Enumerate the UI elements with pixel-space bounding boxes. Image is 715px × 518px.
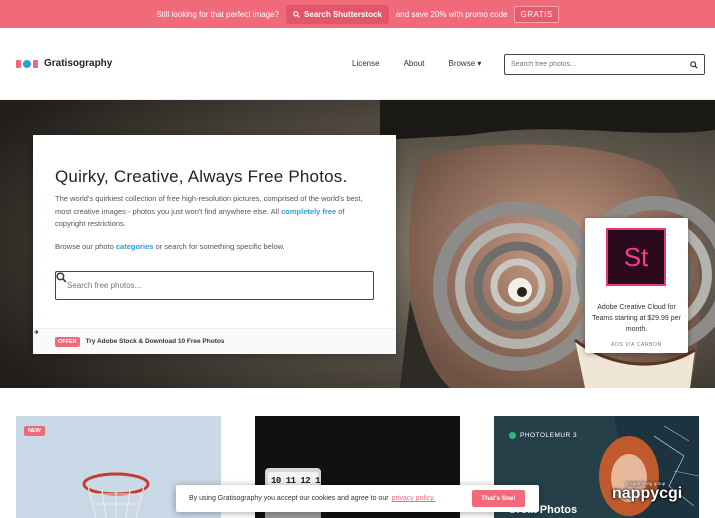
watermark: programming group nappycgi xyxy=(612,481,682,502)
hero-browse-text: Browse our photo categories or search fo… xyxy=(55,242,285,251)
accept-cookies-button[interactable]: That's fine! xyxy=(472,490,525,507)
new-badge: NEW xyxy=(24,426,45,436)
hero-search-input[interactable] xyxy=(67,281,362,290)
completely-free-link[interactable]: completely free xyxy=(281,207,336,216)
cookie-text: By using Gratisography you accept our co… xyxy=(189,495,389,502)
privacy-policy-link[interactable]: privacy policy. xyxy=(392,495,435,502)
ad-text[interactable]: Adobe Creative Cloud for Teams starting … xyxy=(591,302,682,335)
logo-text: Gratisography xyxy=(44,58,113,69)
search-icon[interactable] xyxy=(690,60,698,69)
nav-links: License About Browse ▾ xyxy=(352,59,481,68)
adobe-stock-logo-text: St xyxy=(623,241,649,272)
hero-card: Quirky, Creative, Always Free Photos. Th… xyxy=(33,135,396,354)
photolemur-logo-icon xyxy=(508,431,517,440)
hero-search-box xyxy=(55,271,374,300)
search-icon[interactable] xyxy=(56,272,67,283)
categories-link[interactable]: categories xyxy=(116,242,154,251)
nav-about-link[interactable]: About xyxy=(404,59,425,68)
hero-description: The world's quirkiest collection of free… xyxy=(55,193,375,231)
nav-browse-dropdown[interactable]: Browse ▾ xyxy=(448,59,481,68)
arrow-right-icon xyxy=(34,329,39,335)
promo-lead-text: Still looking for that perfect image? xyxy=(156,9,280,19)
ads-via-carbon[interactable]: ADS VIA CARBON xyxy=(585,342,688,348)
hero-section: Quirky, Creative, Always Free Photos. Th… xyxy=(0,100,715,388)
promo-trail-text: and save 20% with promo code xyxy=(395,9,508,19)
search-shutterstock-button[interactable]: Search Shutterstock xyxy=(286,4,389,24)
top-nav: Gratisography License About Browse ▾ xyxy=(0,28,715,100)
offer-badge: OFFER xyxy=(55,336,80,347)
logo[interactable]: Gratisography xyxy=(16,58,112,69)
nav-search-box xyxy=(504,54,705,75)
search-icon xyxy=(293,10,300,18)
nav-license-link[interactable]: License xyxy=(352,59,380,68)
carbon-ad-card[interactable]: St Adobe Creative Cloud for Teams starti… xyxy=(585,218,688,353)
search-shutterstock-label: Search Shutterstock xyxy=(304,9,382,19)
logo-mark-icon xyxy=(16,59,38,68)
watermark-logo-text: nappycgi xyxy=(612,485,683,502)
offer-bar[interactable]: OFFER Try Adobe Stock & Download 10 Free… xyxy=(33,328,396,354)
adobe-stock-logo: St xyxy=(606,228,666,286)
browse-part2: or search for something specific below. xyxy=(155,242,285,251)
browse-part1: Browse our photo xyxy=(55,242,114,251)
cookie-notice: By using Gratisography you accept our co… xyxy=(176,485,539,512)
photolemur-brand: PHOTOLEMUR 3 xyxy=(508,431,577,440)
offer-text[interactable]: Try Adobe Stock & Download 10 Free Photo… xyxy=(86,338,225,345)
promo-code[interactable]: GRATIS xyxy=(514,5,559,23)
hero-title: Quirky, Creative, Always Free Photos. xyxy=(55,167,348,186)
promo-banner: Still looking for that perfect image? Se… xyxy=(0,0,715,28)
photolemur-brand-text: PHOTOLEMUR 3 xyxy=(520,432,578,439)
nav-search-input[interactable] xyxy=(511,61,690,68)
